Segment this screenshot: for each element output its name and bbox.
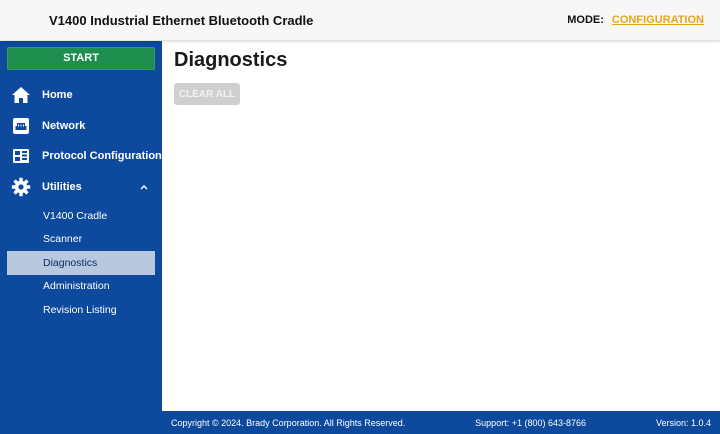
sidebar-nav: Home Network Protocol Configuration Util…: [0, 80, 162, 202]
main-content: Diagnostics CLEAR ALL: [162, 41, 720, 411]
sidebar-item-network[interactable]: Network: [0, 111, 162, 142]
app-title: V1400 Industrial Ethernet Bluetooth Crad…: [49, 12, 314, 28]
clear-all-button[interactable]: CLEAR ALL: [174, 83, 240, 105]
sidebar-item-protocol-configuration[interactable]: Protocol Configuration: [0, 141, 162, 172]
copyright-text: Copyright © 2024. Brady Corporation. All…: [171, 417, 406, 428]
sidebar-item-label: Home: [42, 89, 73, 102]
sidebar-subitem-revision-listing[interactable]: Revision Listing: [7, 298, 155, 322]
page-title: Diagnostics: [174, 49, 288, 71]
sidebar-subitem-diagnostics[interactable]: Diagnostics: [7, 251, 155, 275]
sidebar-item-label: Protocol Configuration: [42, 150, 162, 163]
sidebar-item-label: Network: [42, 119, 86, 132]
mode-label: MODE:: [567, 14, 604, 26]
sidebar-subitem-administration[interactable]: Administration: [7, 275, 155, 299]
mode-indicator: MODE: CONFIGURATION: [567, 14, 704, 26]
sidebar: START Home Network Protocol Configuratio…: [0, 41, 162, 434]
start-button[interactable]: START: [7, 47, 155, 70]
protocol-config-icon: [11, 146, 31, 166]
mode-configuration-link[interactable]: CONFIGURATION: [612, 14, 704, 26]
utilities-submenu: V1400 Cradle Scanner Diagnostics Adminis…: [0, 204, 162, 322]
sidebar-item-utilities[interactable]: Utilities: [0, 172, 162, 203]
sidebar-subitem-v1400-cradle[interactable]: V1400 Cradle: [7, 204, 155, 228]
version-text: Version: 1.0.4: [655, 417, 711, 428]
chevron-up-icon[interactable]: [140, 181, 148, 193]
sidebar-item-label: Utilities: [42, 180, 82, 193]
network-port-icon: [11, 116, 31, 136]
gear-icon: [11, 177, 31, 197]
sidebar-item-home[interactable]: Home: [0, 80, 162, 111]
top-header: V1400 Industrial Ethernet Bluetooth Crad…: [0, 0, 720, 41]
support-phone: Support: +1 (800) 643-8766: [475, 417, 587, 428]
footer: Copyright © 2024. Brady Corporation. All…: [162, 411, 720, 434]
home-icon: [11, 85, 31, 105]
sidebar-subitem-scanner[interactable]: Scanner: [7, 228, 155, 252]
